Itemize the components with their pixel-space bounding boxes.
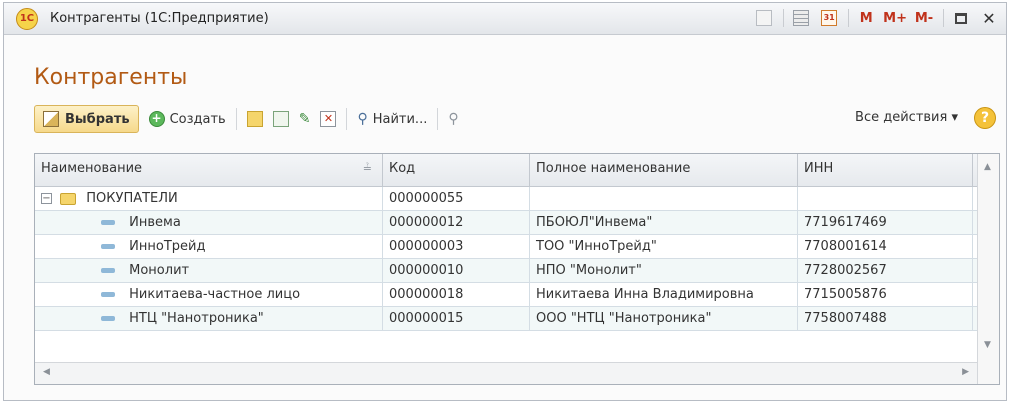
- item-icon: [101, 244, 115, 249]
- group-name-cell: − ПОКУПАТЕЛИ: [35, 187, 383, 210]
- scroll-left-icon[interactable]: ◀: [43, 367, 50, 377]
- folder-icon: [60, 192, 77, 205]
- code-cell: 000000012: [383, 211, 530, 234]
- select-button[interactable]: Выбрать: [34, 105, 139, 133]
- help-icon[interactable]: ?: [974, 107, 996, 129]
- table-row[interactable]: − ПОКУПАТЕЛИ 000000055: [35, 187, 999, 211]
- title-bar-controls: 31 М М+ М- ✕: [747, 8, 1000, 28]
- find-button[interactable]: ⚲ Найти...: [357, 111, 427, 127]
- separator: [783, 9, 785, 27]
- delete-icon: ✕: [320, 111, 337, 127]
- select-icon: [43, 111, 59, 127]
- add-icon: +: [148, 111, 165, 127]
- pencil-icon: ✎: [298, 111, 311, 127]
- all-actions-menu[interactable]: Все действия ▾: [855, 110, 958, 125]
- inn-cell: 7708001614: [798, 235, 973, 258]
- memory-subtract-button[interactable]: М-: [913, 8, 935, 28]
- code-cell: 000000003: [383, 235, 530, 258]
- item-name: ИнноТрейд: [129, 239, 206, 254]
- column-header-label: Наименование: [41, 161, 143, 176]
- table-row[interactable]: Монолит 000000010 НПО "Монолит" 77280025…: [35, 259, 999, 283]
- name-cell: ИнноТрейд: [35, 235, 383, 258]
- scroll-right-icon[interactable]: ▶: [962, 367, 969, 377]
- maximize-icon[interactable]: [950, 8, 972, 28]
- title-bar: 1С Контрагенты (1С:Предприятие) 31 М М+ …: [4, 3, 1006, 35]
- column-header-name[interactable]: Наименование ≟: [35, 154, 383, 186]
- separator: [346, 108, 348, 130]
- full-name-cell: ПБОЮЛ"Инвема": [530, 211, 798, 234]
- scroll-up-icon[interactable]: ▲: [984, 162, 991, 172]
- memory-add-button[interactable]: М+: [883, 8, 907, 28]
- toolbar: Выбрать + Создать ✎ ✕ ⚲ Найти... ⚲ Все д…: [34, 104, 1000, 134]
- page-title: Контрагенты: [34, 65, 188, 90]
- group-name: ПОКУПАТЕЛИ: [86, 191, 178, 206]
- full-name-cell: Никитаева Инна Владимировна: [530, 283, 798, 306]
- copy-button[interactable]: [272, 111, 289, 127]
- create-button[interactable]: + Создать: [148, 111, 226, 127]
- scroll-down-icon[interactable]: ▼: [984, 340, 991, 350]
- separator: [943, 9, 944, 27]
- table-row[interactable]: Инвема 000000012 ПБОЮЛ"Инвема" 771961746…: [35, 211, 999, 235]
- contractors-table: Наименование ≟ Код Полное наименование И…: [34, 153, 1000, 385]
- memory-button[interactable]: М: [855, 8, 877, 28]
- collapse-icon[interactable]: −: [41, 193, 52, 204]
- name-cell: Никитаева-частное лицо: [35, 283, 383, 306]
- table-row[interactable]: ИнноТрейд 000000003 ТОО "ИнноТрейд" 7708…: [35, 235, 999, 259]
- edit-button[interactable]: ✎: [299, 111, 311, 127]
- code-cell: 000000055: [383, 187, 530, 210]
- name-cell: Инвема: [35, 211, 383, 234]
- code-cell: 000000010: [383, 259, 530, 282]
- inn-cell: 7728002567: [798, 259, 973, 282]
- app-window: 1С Контрагенты (1С:Предприятие) 31 М М+ …: [3, 2, 1007, 401]
- full-name-cell: ООО "НТЦ "Нанотроника": [530, 307, 798, 330]
- inn-cell: [798, 187, 973, 210]
- item-name: Инвема: [129, 215, 181, 230]
- calendar-icon[interactable]: 31: [818, 8, 840, 28]
- item-name: Никитаева-частное лицо: [129, 287, 301, 302]
- cancel-search-button[interactable]: ⚲: [448, 111, 458, 127]
- sort-icon: ≟: [362, 162, 372, 175]
- full-name-cell: [530, 187, 798, 210]
- horizontal-scrollbar[interactable]: ◀ ▶: [35, 362, 977, 384]
- create-label: Создать: [169, 111, 226, 127]
- window-title: Контрагенты (1С:Предприятие): [50, 11, 269, 26]
- separator: [235, 108, 237, 130]
- item-icon: [101, 220, 115, 225]
- name-cell: Монолит: [35, 259, 383, 282]
- inn-cell: 7719617469: [798, 211, 973, 234]
- full-name-cell: НПО "Монолит": [530, 259, 798, 282]
- inn-cell: 7715005876: [798, 283, 973, 306]
- column-header-code[interactable]: Код: [383, 154, 530, 186]
- select-label: Выбрать: [65, 111, 130, 127]
- create-group-button[interactable]: [246, 111, 263, 127]
- calculator-icon[interactable]: [790, 8, 812, 28]
- full-name-cell: ТОО "ИнноТрейд": [530, 235, 798, 258]
- item-icon: [101, 316, 115, 321]
- copy-icon: [272, 111, 289, 127]
- vertical-scrollbar[interactable]: ▲ ▼: [977, 154, 999, 384]
- table-row[interactable]: НТЦ "Нанотроника" 000000015 ООО "НТЦ "На…: [35, 307, 999, 331]
- delete-button[interactable]: ✕: [320, 111, 337, 127]
- search-icon: ⚲: [357, 111, 368, 127]
- inn-cell: 7758007488: [798, 307, 973, 330]
- add-folder-icon: [246, 111, 263, 127]
- column-header-full-name[interactable]: Полное наименование: [530, 154, 798, 186]
- code-cell: 000000015: [383, 307, 530, 330]
- item-name: Монолит: [129, 263, 190, 278]
- separator: [848, 9, 850, 27]
- table-header: Наименование ≟ Код Полное наименование И…: [35, 154, 999, 187]
- cancel-search-icon: ⚲: [448, 111, 459, 127]
- item-name: НТЦ "Нанотроника": [129, 311, 264, 326]
- column-header-inn[interactable]: ИНН: [798, 154, 973, 186]
- name-cell: НТЦ "Нанотроника": [35, 307, 383, 330]
- app-logo-icon: 1С: [16, 7, 38, 30]
- item-icon: [101, 268, 115, 273]
- code-cell: 000000018: [383, 283, 530, 306]
- find-label: Найти...: [372, 111, 428, 127]
- table-row[interactable]: Никитаева-частное лицо 000000018 Никитае…: [35, 283, 999, 307]
- close-icon[interactable]: ✕: [978, 8, 1000, 28]
- favorite-icon[interactable]: [753, 8, 775, 28]
- separator: [437, 108, 439, 130]
- item-icon: [101, 292, 115, 297]
